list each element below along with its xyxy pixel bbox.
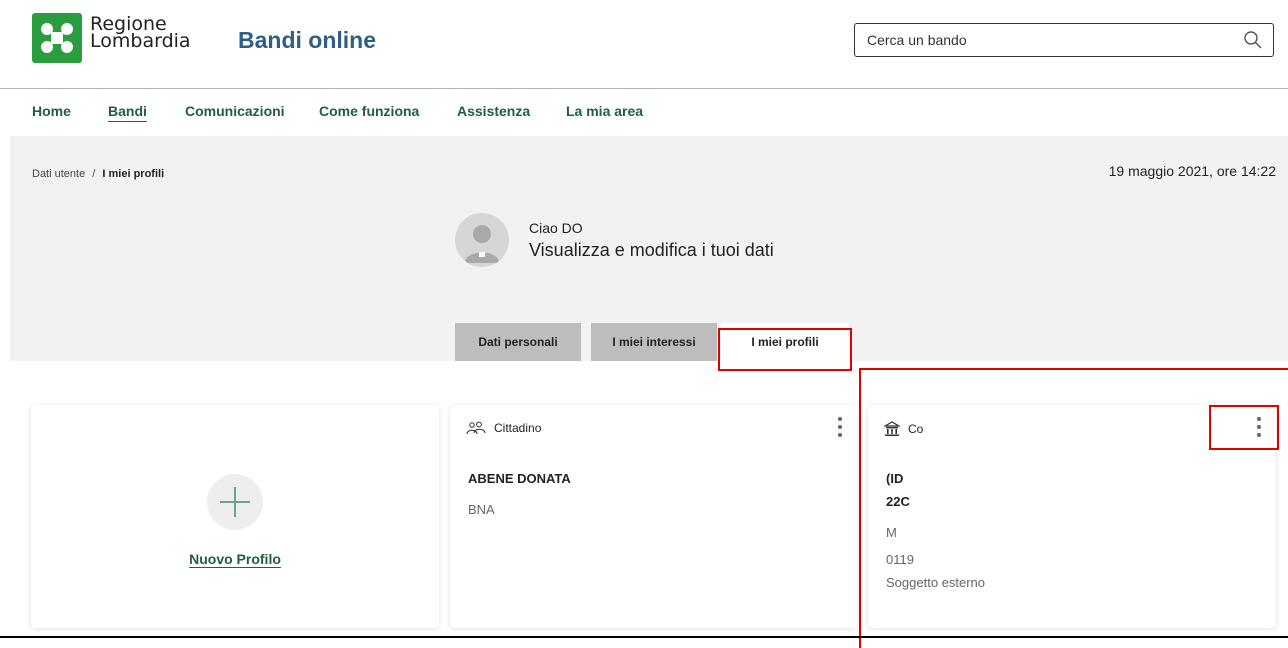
page-subtitle: Visualizza e modifica i tuoi dati xyxy=(529,240,774,260)
profile-name: ABENE DONATA xyxy=(468,471,571,486)
people-icon xyxy=(466,421,486,435)
kebab-highlight-annotation xyxy=(1209,405,1279,450)
building-icon xyxy=(884,421,900,436)
nav-item-come-funziona[interactable]: Come funziona xyxy=(319,103,419,119)
cittadino-profile-card[interactable]: Cittadino ABENE DONATA BNA xyxy=(450,405,857,628)
profile-type: Soggetto esterno xyxy=(886,575,986,590)
nav-item-bandi[interactable]: Bandi xyxy=(108,103,147,119)
tab-highlight-annotation xyxy=(718,328,852,371)
regione-lombardia-logo-icon[interactable] xyxy=(32,13,82,63)
search-icon[interactable] xyxy=(1243,30,1263,50)
main-nav: Home Bandi Comunicazioni Come funziona A… xyxy=(0,89,1288,136)
breadcrumb: Dati utente / I miei profili xyxy=(32,168,164,180)
search-input[interactable] xyxy=(855,24,1235,56)
profile-line-4: 0119 xyxy=(886,552,914,567)
breadcrumb-current: I miei profili xyxy=(102,168,165,180)
user-avatar-icon xyxy=(465,225,499,263)
card-title: Co xyxy=(908,422,924,436)
nav-item-home[interactable]: Home xyxy=(32,103,71,119)
plus-icon[interactable] xyxy=(207,474,263,530)
breadcrumb-separator: / xyxy=(92,168,96,180)
search-box xyxy=(854,23,1274,57)
card-header: Co xyxy=(884,421,923,437)
card-title: Cittadino xyxy=(494,421,542,435)
profile-number: 22C xyxy=(886,494,910,509)
avatar xyxy=(455,213,509,267)
nav-item-assistenza[interactable]: Assistenza xyxy=(457,103,530,119)
profile-fiscal-code: BNA xyxy=(468,502,495,517)
annotation-line-vertical xyxy=(859,368,861,648)
card-header: Cittadino xyxy=(466,421,541,435)
tab-dati-personali[interactable]: Dati personali xyxy=(455,323,581,361)
profile-line-3: M xyxy=(886,525,897,540)
current-datetime: 19 maggio 2021, ore 14:22 xyxy=(1108,163,1276,179)
more-options-icon[interactable] xyxy=(832,415,848,441)
annotation-line-horizontal xyxy=(859,368,1288,370)
breadcrumb-parent[interactable]: Dati utente xyxy=(32,168,85,180)
logo-line-2: Lombardia xyxy=(90,30,191,52)
nav-item-la-mia-area[interactable]: La mia area xyxy=(566,103,643,119)
user-greeting: Ciao DO xyxy=(529,220,583,236)
nav-item-comunicazioni[interactable]: Comunicazioni xyxy=(185,103,285,119)
new-profile-link[interactable]: Nuovo Profilo xyxy=(31,551,439,567)
bottom-divider xyxy=(0,636,1288,638)
logo-text: Regione Lombardia xyxy=(90,15,191,52)
new-profile-card[interactable]: Nuovo Profilo xyxy=(31,405,439,628)
app-title[interactable]: Bandi online xyxy=(238,27,376,54)
tab-i-miei-interessi[interactable]: I miei interessi xyxy=(591,323,717,361)
header: Regione Lombardia Bandi online xyxy=(0,0,1288,88)
profile-id: (ID xyxy=(886,471,904,486)
